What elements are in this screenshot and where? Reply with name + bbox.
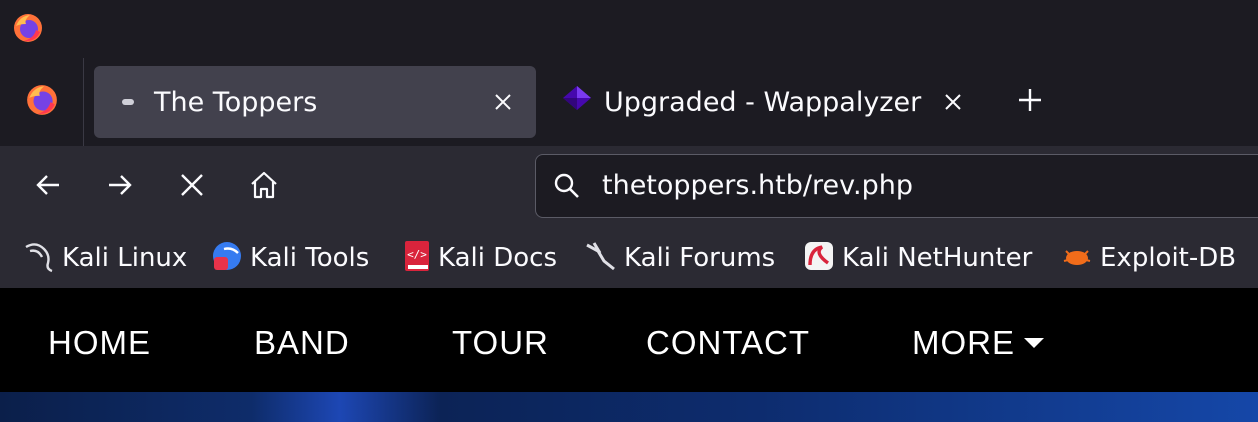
- bookmark-kali-forums[interactable]: Kali Forums: [584, 240, 775, 276]
- exploit-db-icon: [1060, 239, 1094, 277]
- bookmark-exploit-db[interactable]: Exploit-DB: [1060, 240, 1236, 276]
- nav-home[interactable]: HOME: [48, 324, 151, 362]
- bookmark-label: Kali Linux: [62, 243, 188, 273]
- nav-contact[interactable]: CONTACT: [646, 324, 810, 362]
- bookmarks-toolbar: Kali Linux Kali Tools </> Kali Docs Kali…: [0, 228, 1258, 288]
- bookmark-label: Kali NetHunter: [842, 243, 1033, 273]
- kali-docs-icon: </>: [402, 239, 432, 277]
- forward-arrow-icon: [105, 170, 135, 204]
- nav-more[interactable]: MORE: [912, 324, 1015, 362]
- navigation-toolbar: thetoppers.htb/rev.php: [0, 146, 1258, 228]
- tab-title: The Toppers: [154, 86, 318, 118]
- dot-icon: [122, 99, 134, 105]
- stop-icon: [178, 171, 206, 203]
- kali-tools-icon: [210, 239, 244, 277]
- bookmark-label: Kali Forums: [624, 243, 776, 273]
- tab-title: Upgraded - Wappalyzer: [604, 86, 922, 118]
- back-arrow-icon: [33, 170, 63, 204]
- caret-down-icon[interactable]: [1024, 338, 1044, 348]
- url-text[interactable]: thetoppers.htb/rev.php: [602, 170, 913, 201]
- tab-the-toppers[interactable]: The Toppers: [94, 66, 536, 138]
- nav-tour[interactable]: TOUR: [452, 324, 549, 362]
- nav-band[interactable]: BAND: [254, 324, 350, 362]
- site-navbar: HOME BAND TOUR CONTACT MORE: [0, 288, 1258, 392]
- stop-button[interactable]: [171, 166, 213, 208]
- close-icon[interactable]: [492, 91, 514, 113]
- kali-dragon-icon: [22, 239, 56, 277]
- bookmark-label: Exploit-DB: [1100, 243, 1237, 273]
- firefox-icon: [25, 83, 59, 121]
- tab-wappalyzer[interactable]: Upgraded - Wappalyzer: [546, 66, 986, 138]
- address-bar[interactable]: thetoppers.htb/rev.php: [535, 154, 1258, 218]
- bookmark-label: Kali Tools: [250, 243, 370, 273]
- home-button[interactable]: [243, 166, 285, 208]
- back-button[interactable]: [27, 166, 69, 208]
- kali-forums-icon: [584, 239, 618, 277]
- firefox-icon: [12, 12, 44, 48]
- svg-text:</>: </>: [407, 248, 427, 261]
- bookmark-label: Kali Docs: [438, 243, 558, 273]
- forward-button[interactable]: [99, 166, 141, 208]
- home-icon: [248, 169, 280, 205]
- bookmark-kali-docs[interactable]: </> Kali Docs: [402, 240, 557, 276]
- window-titlebar: [0, 0, 1258, 58]
- bookmark-kali-nethunter[interactable]: Kali NetHunter: [802, 240, 1032, 276]
- wappalyzer-icon: [560, 83, 594, 121]
- bookmark-kali-tools[interactable]: Kali Tools: [210, 240, 369, 276]
- search-icon: [552, 171, 582, 205]
- new-tab-button[interactable]: [1010, 80, 1050, 124]
- bookmark-kali-linux[interactable]: Kali Linux: [22, 240, 187, 276]
- firefox-view-button[interactable]: [0, 58, 84, 146]
- nethunter-icon: [802, 239, 836, 277]
- hero-image: [0, 392, 1258, 422]
- close-icon[interactable]: [942, 91, 964, 113]
- tab-strip: The Toppers Upgraded - Wappalyzer: [0, 58, 1258, 146]
- plus-icon: [1017, 87, 1043, 117]
